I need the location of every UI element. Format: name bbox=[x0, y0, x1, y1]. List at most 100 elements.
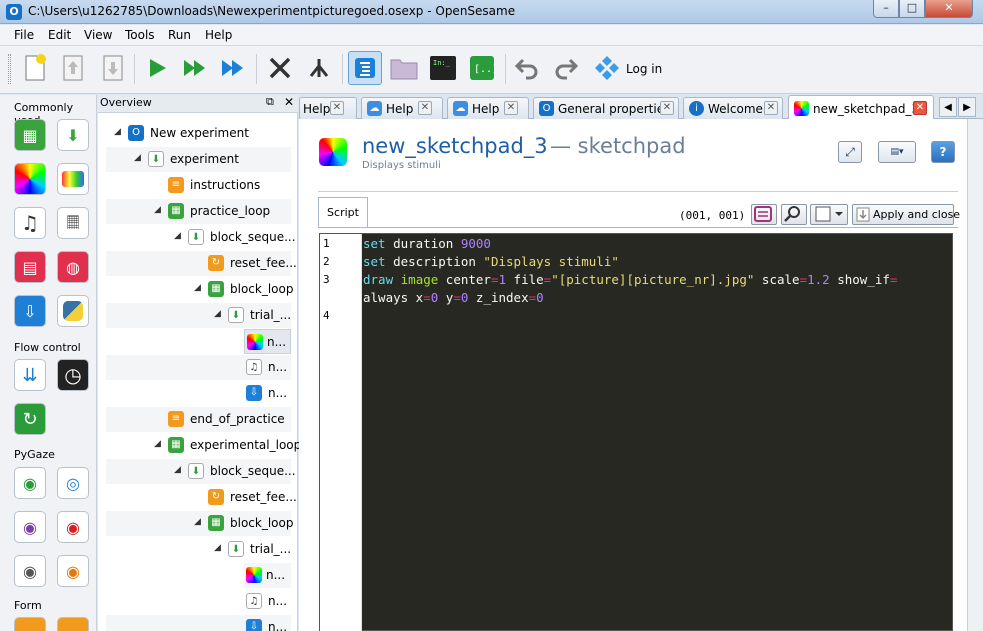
collapse-arrow-icon[interactable]: ◢ bbox=[194, 517, 201, 527]
redo-icon[interactable] bbox=[549, 51, 583, 85]
close-window-button[interactable]: ✕ bbox=[925, 0, 973, 18]
pygaze-stop-recording-icon[interactable]: ◉ bbox=[14, 555, 46, 587]
pygaze-drift-correct-icon[interactable]: ◉ bbox=[14, 467, 46, 499]
pygaze-wait-icon[interactable]: ◉ bbox=[57, 555, 89, 587]
menu-run[interactable]: Run bbox=[168, 28, 191, 42]
menu-help[interactable]: Help bbox=[205, 28, 232, 42]
tree-row[interactable]: ♫ n... bbox=[106, 589, 291, 614]
sketchpad-tool-icon[interactable] bbox=[14, 163, 46, 195]
collapse-arrow-icon[interactable]: ◢ bbox=[154, 205, 161, 215]
open-file-icon[interactable] bbox=[56, 51, 90, 85]
synth-tool-icon[interactable]: 𝄜 bbox=[57, 207, 89, 239]
loop-tool-icon[interactable]: ▦ bbox=[14, 119, 46, 151]
maximize-editor-icon[interactable]: ⤢ bbox=[838, 141, 862, 163]
collapse-arrow-icon[interactable]: ◢ bbox=[134, 153, 141, 163]
tree-row[interactable]: ↻ reset_fee... bbox=[106, 485, 297, 510]
coroutines-tool-icon[interactable]: ⇊ bbox=[14, 359, 46, 391]
code-line[interactable]: draw image center=1 file="[picture][pict… bbox=[363, 272, 897, 287]
tab-close-icon[interactable]: ✕ bbox=[764, 101, 778, 115]
tree-row[interactable]: ◢ ⬇ block_seque... bbox=[106, 225, 296, 250]
apply-and-close-button[interactable]: Apply and close bbox=[852, 204, 960, 225]
repeat-cycle-tool-icon[interactable]: ↻ bbox=[14, 403, 46, 435]
view-script-icon[interactable]: ▤▾ bbox=[878, 141, 916, 163]
toggle-panel-icon[interactable] bbox=[751, 204, 777, 225]
new-file-icon[interactable] bbox=[18, 51, 52, 85]
maximize-button[interactable]: □ bbox=[899, 0, 925, 18]
tree-row[interactable]: ◢ ⬇ block_seque... bbox=[106, 459, 296, 484]
item-name[interactable]: new_sketchpad_3 bbox=[362, 134, 548, 158]
float-panel-icon[interactable]: ⧉ bbox=[266, 95, 274, 109]
kill-experiment-icon[interactable] bbox=[263, 51, 297, 85]
save-file-icon[interactable] bbox=[96, 51, 130, 85]
pause-icon[interactable] bbox=[302, 51, 336, 85]
variable-inspector-icon[interactable]: [..] bbox=[465, 51, 499, 85]
tab-scroll-left-icon[interactable]: ◀ bbox=[939, 97, 957, 117]
login-icon[interactable] bbox=[590, 51, 624, 85]
code-line[interactable]: always x=0 y=0 z_index=0 bbox=[363, 290, 544, 305]
tab-help-2[interactable]: ☁ Help ✕ bbox=[361, 97, 443, 119]
tab-script[interactable]: Script bbox=[318, 197, 368, 228]
tab-close-icon[interactable]: ✕ bbox=[418, 101, 432, 115]
tree-row[interactable]: ◢ O New experiment bbox=[106, 121, 291, 146]
run-window-icon[interactable] bbox=[178, 51, 212, 85]
advanced-delay-tool-icon[interactable]: ◷ bbox=[57, 359, 89, 391]
collapse-arrow-icon[interactable]: ◢ bbox=[174, 231, 181, 241]
menu-view[interactable]: View bbox=[84, 28, 112, 42]
tab-new-sketchpad-3[interactable]: new_sketchpad_3 ✕ bbox=[788, 95, 934, 120]
collapse-arrow-icon[interactable]: ◢ bbox=[194, 283, 201, 293]
feedback-tool-icon[interactable] bbox=[57, 163, 89, 195]
overview-toggle-icon[interactable] bbox=[348, 51, 382, 85]
tab-close-icon[interactable]: ✕ bbox=[504, 101, 518, 115]
sampler-tool-icon[interactable]: ♫ bbox=[14, 207, 46, 239]
tree-row[interactable]: ↻ reset_fee... bbox=[106, 251, 297, 276]
menu-tools[interactable]: Tools bbox=[125, 28, 155, 42]
search-icon[interactable] bbox=[781, 204, 807, 225]
pygaze-log-icon[interactable]: ◉ bbox=[14, 511, 46, 543]
form-consent-tool-icon[interactable]: ▭ bbox=[57, 617, 89, 631]
tab-close-icon[interactable]: ✕ bbox=[660, 101, 674, 115]
form-base-tool-icon[interactable]: ▭ bbox=[14, 617, 46, 631]
login-label[interactable]: Log in bbox=[626, 62, 662, 76]
tree-row[interactable]: ◢ ⬇ experiment bbox=[106, 147, 291, 172]
tab-help-1[interactable]: Help ✕ bbox=[299, 97, 357, 119]
pygaze-init-icon[interactable]: ◎ bbox=[57, 467, 89, 499]
collapse-arrow-icon[interactable]: ◢ bbox=[154, 439, 161, 449]
tree-row[interactable]: ◢ ⬇ trial_... bbox=[106, 303, 291, 328]
tree-row[interactable]: ≡ instructions bbox=[106, 173, 291, 198]
file-pool-icon[interactable] bbox=[387, 51, 421, 85]
tree-row[interactable]: ◢ ▦ experimental_loop bbox=[106, 433, 301, 458]
collapse-arrow-icon[interactable]: ◢ bbox=[214, 543, 221, 553]
mouse-response-tool-icon[interactable]: ◍ bbox=[57, 251, 89, 283]
script-editor[interactable]: 1 2 3 4 set duration 9000 set descriptio… bbox=[319, 233, 953, 631]
pygaze-start-recording-icon[interactable]: ◉ bbox=[57, 511, 89, 543]
logger-tool-icon[interactable]: ⇩ bbox=[14, 295, 46, 327]
tree-row[interactable]: ◢ ▦ block_loop bbox=[106, 277, 293, 302]
keyboard-response-tool-icon[interactable]: ▤ bbox=[14, 251, 46, 283]
menu-edit[interactable]: Edit bbox=[48, 28, 71, 42]
help-icon[interactable]: ? bbox=[931, 141, 955, 163]
tree-row[interactable]: n... bbox=[244, 563, 291, 588]
tree-row[interactable]: ⇩ n... bbox=[106, 381, 291, 406]
tree-row[interactable]: ◢ ▦ block_loop bbox=[106, 511, 293, 536]
tree-row[interactable]: ◢ ⬇ trial_... bbox=[106, 537, 291, 562]
tree-row[interactable]: ♫ n... bbox=[106, 355, 291, 380]
tab-general-properties[interactable]: O General properties ✕ bbox=[533, 97, 679, 119]
tab-close-icon[interactable]: ✕ bbox=[330, 101, 344, 115]
debug-console-icon[interactable]: In:_ bbox=[426, 51, 460, 85]
quick-run-icon[interactable] bbox=[216, 51, 250, 85]
menu-file[interactable]: File bbox=[14, 28, 34, 42]
close-panel-icon[interactable]: ✕ bbox=[284, 95, 294, 109]
sequence-tool-icon[interactable]: ⬇ bbox=[57, 119, 89, 151]
document-menu-icon[interactable] bbox=[810, 204, 848, 225]
tab-scroll-right-icon[interactable]: ▶ bbox=[958, 97, 976, 117]
undo-icon[interactable] bbox=[510, 51, 544, 85]
tree-row[interactable]: ⇩ n... bbox=[106, 615, 291, 631]
vertical-scrollbar[interactable] bbox=[967, 119, 983, 631]
tab-help-3[interactable]: ☁ Help ✕ bbox=[447, 97, 529, 119]
collapse-arrow-icon[interactable]: ◢ bbox=[214, 309, 221, 319]
item-description[interactable]: Displays stimuli bbox=[362, 160, 441, 171]
collapse-arrow-icon[interactable]: ◢ bbox=[174, 465, 181, 475]
minimize-button[interactable]: – bbox=[873, 0, 899, 18]
code-line[interactable]: set duration 9000 bbox=[363, 236, 491, 251]
tree-row-selected[interactable]: n... bbox=[244, 329, 291, 354]
